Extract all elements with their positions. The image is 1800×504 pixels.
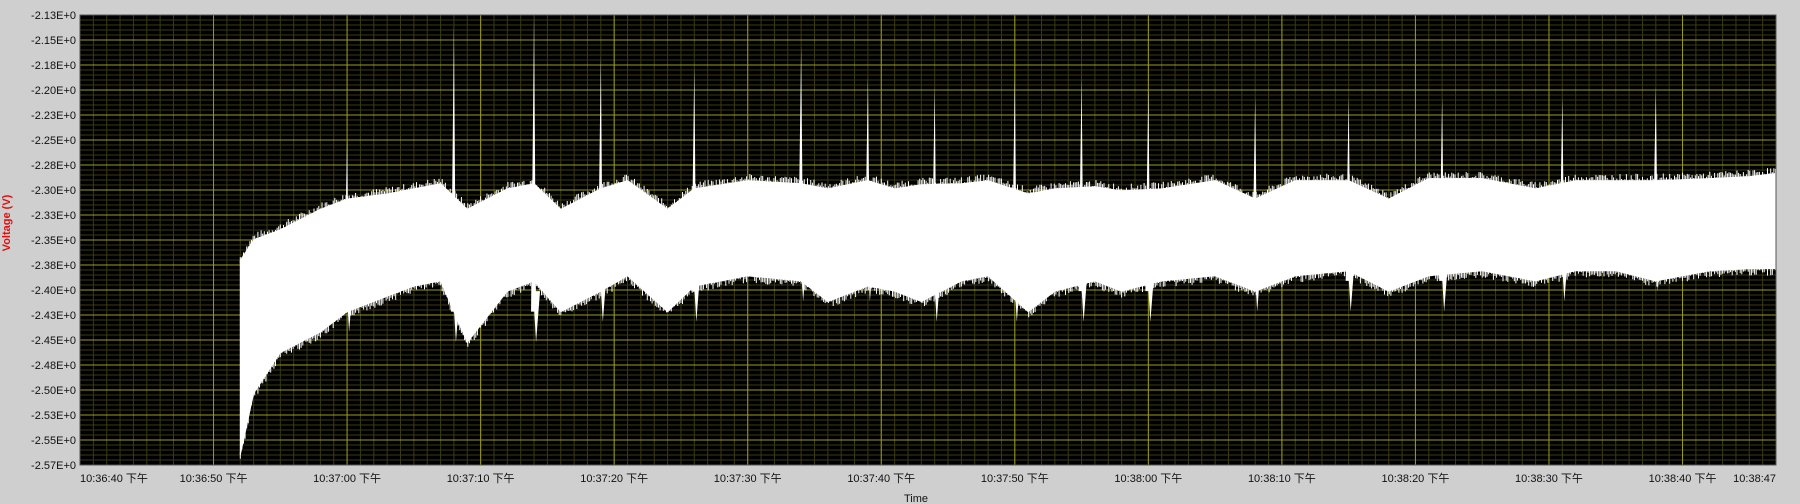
x-tick-label: 10:38:20 下午 bbox=[1381, 472, 1449, 485]
x-axis-label: Time bbox=[904, 493, 928, 504]
y-axis-label: Voltage (V) bbox=[1, 194, 13, 251]
y-tick-label: -2.57E+0 bbox=[31, 460, 76, 472]
y-tick-label: -2.13E+0 bbox=[31, 10, 76, 22]
y-tick-label: -2.43E+0 bbox=[31, 310, 76, 322]
y-tick-label: -2.28E+0 bbox=[31, 160, 76, 172]
x-tick-label: 10:37:20 下午 bbox=[580, 472, 648, 485]
x-tick-label: 10:37:50 下午 bbox=[981, 472, 1049, 485]
y-tick-label: -2.23E+0 bbox=[31, 110, 76, 122]
y-tick-label: -2.40E+0 bbox=[31, 285, 76, 297]
y-tick-label: -2.25E+0 bbox=[31, 135, 76, 147]
x-tick-label: 10:37:40 下午 bbox=[847, 472, 915, 485]
y-tick-label: -2.20E+0 bbox=[31, 85, 76, 97]
x-tick-label: 10:38:47 bbox=[1733, 473, 1776, 485]
x-tick-label: 10:38:00 下午 bbox=[1114, 472, 1182, 485]
y-tick-label: -2.53E+0 bbox=[31, 410, 76, 422]
chart-frame: -2.13E+0 -2.15E+0 -2.18E+0 -2.20E+0 -2.23E+0… bbox=[0, 0, 1800, 504]
x-tick-label: 10:38:40 下午 bbox=[1649, 472, 1717, 485]
x-tick-label: 10:38:10 下午 bbox=[1248, 472, 1316, 485]
y-tick-label: -2.55E+0 bbox=[31, 435, 76, 447]
y-tick-label: -2.45E+0 bbox=[31, 335, 76, 347]
y-tick-label: -2.38E+0 bbox=[31, 260, 76, 272]
y-tick-label: -2.48E+0 bbox=[31, 360, 76, 372]
x-tick-label: 10:37:10 下午 bbox=[447, 472, 515, 485]
y-tick-label: -2.50E+0 bbox=[31, 385, 76, 397]
y-tick-label: -2.18E+0 bbox=[31, 60, 76, 72]
x-tick-label: 10:38:30 下午 bbox=[1515, 472, 1583, 485]
x-tick-label: 10:37:00 下午 bbox=[313, 472, 381, 485]
y-tick-label: -2.35E+0 bbox=[31, 235, 76, 247]
voltage-chart: -2.13E+0 -2.15E+0 -2.18E+0 -2.20E+0 -2.23E+0… bbox=[1, 10, 1777, 504]
y-tick-label: -2.30E+0 bbox=[31, 185, 76, 197]
x-tick-label: 10:37:30 下午 bbox=[714, 472, 782, 485]
x-tick-label: 10:36:50 下午 bbox=[180, 472, 248, 485]
y-tick-label: -2.33E+0 bbox=[31, 210, 76, 222]
x-tick-label: 10:36:40 下午 bbox=[80, 472, 148, 485]
y-tick-label: -2.15E+0 bbox=[31, 35, 76, 47]
